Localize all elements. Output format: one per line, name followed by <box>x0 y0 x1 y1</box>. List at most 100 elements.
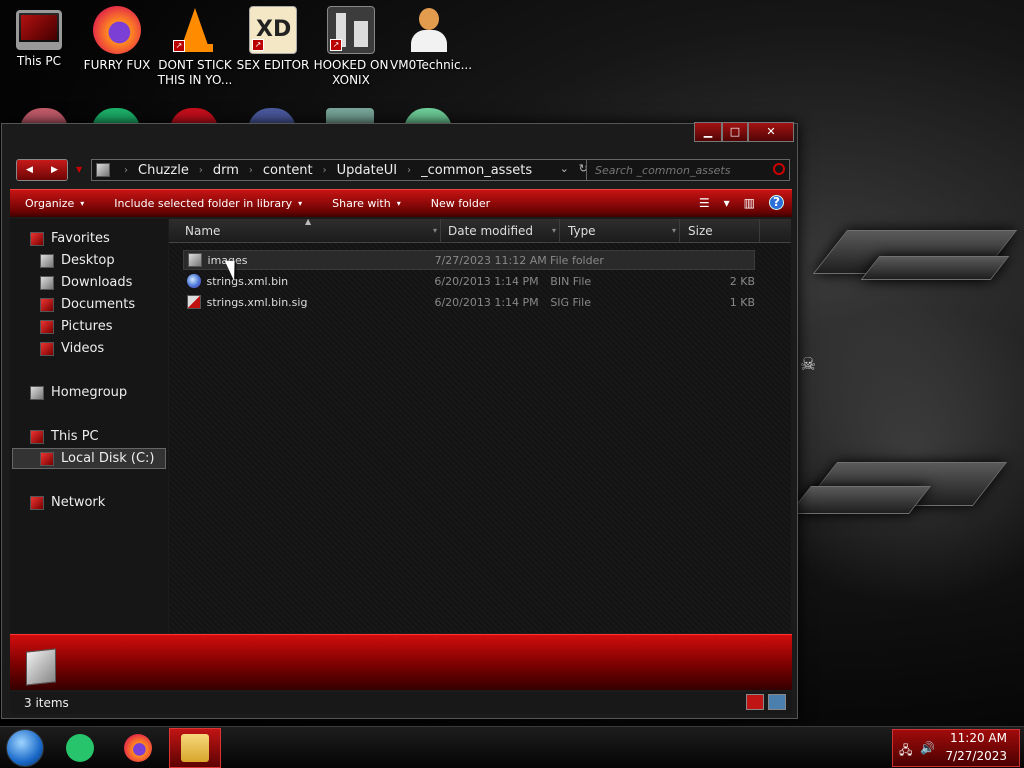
new-folder-button[interactable]: New folder <box>416 197 505 210</box>
nav-pictures[interactable]: Pictures <box>40 319 112 334</box>
breadcrumb-item[interactable]: › drm <box>189 163 239 178</box>
file-row[interactable]: strings.xml.bin.sig 6/20/2013 1:14 PM SI… <box>183 292 755 312</box>
nav-favorites[interactable]: Favorites <box>30 231 110 246</box>
nav-desktop[interactable]: Desktop <box>40 253 115 268</box>
firefox-icon <box>93 6 141 54</box>
column-headers: ▲ Name ▾ Date modified ▾ Type ▾ Size <box>169 217 791 243</box>
close-button[interactable]: ✕ <box>748 122 794 142</box>
file-date: 6/20/2013 1:14 PM <box>434 274 539 288</box>
breadcrumb-item[interactable]: › Chuzzle <box>114 163 189 178</box>
file-row[interactable]: images 7/27/2023 11:12 AM File folder <box>183 250 755 270</box>
navigation-pane: Favorites Desktop Downloads Documents Pi… <box>10 219 168 633</box>
file-date: 7/27/2023 11:12 AM <box>434 253 547 267</box>
status-bar: 3 items <box>10 692 792 714</box>
large-icons-view-icon[interactable] <box>768 694 786 710</box>
taskbar-app-firefox[interactable] <box>112 728 164 768</box>
clock-time[interactable]: 11:20 AM <box>950 731 1007 745</box>
file-name: strings.xml.bin.sig <box>206 295 308 309</box>
computer-icon <box>30 429 44 444</box>
breadcrumb-item[interactable]: › _common_assets <box>397 163 532 178</box>
taskbar-app-file-explorer[interactable] <box>169 728 221 768</box>
desktop-icon-sex-editor[interactable]: XD ↗ SEX EDITOR <box>234 6 312 73</box>
nav-network[interactable]: Network <box>30 495 105 510</box>
share-with-button[interactable]: Share with ▾ <box>317 197 416 210</box>
recent-locations-button[interactable]: ▼ <box>76 165 82 174</box>
videos-icon <box>40 341 54 356</box>
bin-file-icon <box>187 274 201 288</box>
desktop-icon-furry-fux[interactable]: FURRY FUX <box>78 6 156 73</box>
desktop-icon-this-pc[interactable]: This PC <box>0 6 78 69</box>
wallpaper-bar <box>860 256 1010 280</box>
file-list-pane[interactable]: ▲ Name ▾ Date modified ▾ Type ▾ Size images… <box>169 217 791 633</box>
nav-downloads[interactable]: Downloads <box>40 275 132 290</box>
network-icon <box>30 495 44 510</box>
search-input[interactable] <box>587 160 767 180</box>
window-controls: ▁ □ ✕ <box>694 122 794 142</box>
details-pane <box>10 634 792 690</box>
desktop-icon-vm0technic[interactable]: VM0Technic... <box>390 6 473 73</box>
file-row[interactable]: strings.xml.bin 6/20/2013 1:14 PM BIN Fi… <box>183 271 755 291</box>
start-button[interactable] <box>6 729 44 767</box>
pictures-icon <box>40 319 54 334</box>
desktop-icon-hooked-on-xonix[interactable]: ↗ HOOKED ON XONIX <box>312 6 390 88</box>
wallpaper-skull-mark: ☠ <box>800 354 817 375</box>
documents-icon <box>40 297 54 312</box>
file-explorer-window[interactable]: ▁ □ ✕ ◀ ▶ ▼ › Chuzzle › drm › content › Upda… <box>1 122 798 719</box>
include-in-library-button[interactable]: Include selected folder in library ▾ <box>99 197 317 210</box>
preview-pane-icon[interactable]: ▥ <box>744 196 755 210</box>
volume-icon[interactable]: 🔊 <box>920 741 935 762</box>
folder-icon <box>26 648 56 686</box>
network-icon[interactable]: 🖧 <box>899 741 912 762</box>
column-date-modified[interactable]: Date modified ▾ <box>440 219 560 243</box>
desktop-icon-label: DONT STICK THIS IN YO... <box>157 58 233 87</box>
view-dropdown-icon[interactable]: ▾ <box>724 196 730 210</box>
desktop-icon-dont-stick[interactable]: ↗ DONT STICK THIS IN YO... <box>156 6 234 88</box>
system-tray: 🖧 🔊 11:20 AM 7/27/2023 <box>892 729 1020 767</box>
firefox-icon <box>124 734 152 762</box>
clock-date[interactable]: 7/27/2023 <box>945 749 1007 763</box>
file-size: 1 KB <box>729 295 755 309</box>
maximize-button[interactable]: □ <box>722 122 748 142</box>
nav-buttons: ◀ ▶ <box>16 159 68 181</box>
change-view-icon[interactable]: ☰ <box>699 196 710 210</box>
file-type: BIN File <box>550 274 592 288</box>
search-icon[interactable] <box>773 163 785 175</box>
taskbar-app-chat[interactable] <box>54 728 106 768</box>
minimize-button[interactable]: ▁ <box>694 122 722 142</box>
back-button[interactable]: ◀ <box>17 160 42 180</box>
nav-homegroup[interactable]: Homegroup <box>30 385 127 400</box>
forward-button[interactable]: ▶ <box>42 160 67 180</box>
taskbar: 🖧 🔊 11:20 AM 7/27/2023 <box>0 726 1024 768</box>
details-view-icon[interactable] <box>746 694 764 710</box>
column-type[interactable]: Type ▾ <box>560 219 680 243</box>
column-size[interactable]: Size <box>680 219 760 243</box>
breadcrumb-item[interactable]: › UpdateUI <box>313 163 397 178</box>
help-icon[interactable]: ? <box>769 195 784 210</box>
column-name[interactable]: Name ▾ <box>177 219 441 243</box>
nav-videos[interactable]: Videos <box>40 341 104 356</box>
file-name: images <box>207 253 248 267</box>
breadcrumb-item[interactable]: › content <box>239 163 313 178</box>
nav-this-pc[interactable]: This PC <box>30 429 99 444</box>
address-row: ◀ ▶ ▼ › Chuzzle › drm › content › UpdateUI ›… <box>14 159 791 181</box>
nav-documents[interactable]: Documents <box>40 297 135 312</box>
address-bar[interactable]: › Chuzzle › drm › content › UpdateUI › _commo… <box>91 159 593 181</box>
monitor-icon <box>16 10 62 50</box>
vlc-cone-icon: ↗ <box>171 6 219 54</box>
file-type: SIG File <box>550 295 591 309</box>
search-box[interactable] <box>586 159 790 181</box>
desktop-icon-label: VM0Technic... <box>390 58 473 72</box>
chat-icon <box>66 734 94 762</box>
file-size: 2 KB <box>729 274 755 288</box>
address-dropdown-icon[interactable]: ⌄ <box>560 162 569 175</box>
drive-icon <box>40 451 54 466</box>
desktop-icon-label: HOOKED ON XONIX <box>313 58 389 87</box>
organize-button[interactable]: Organize ▾ <box>10 197 99 210</box>
desktop-icon <box>40 253 54 268</box>
file-explorer-icon <box>181 734 209 762</box>
view-buttons <box>746 694 786 710</box>
star-icon <box>30 231 44 246</box>
nav-local-disk[interactable]: Local Disk (C:) <box>40 451 154 466</box>
file-type: File folder <box>550 253 604 267</box>
hex-editor-icon: XD ↗ <box>249 6 297 54</box>
